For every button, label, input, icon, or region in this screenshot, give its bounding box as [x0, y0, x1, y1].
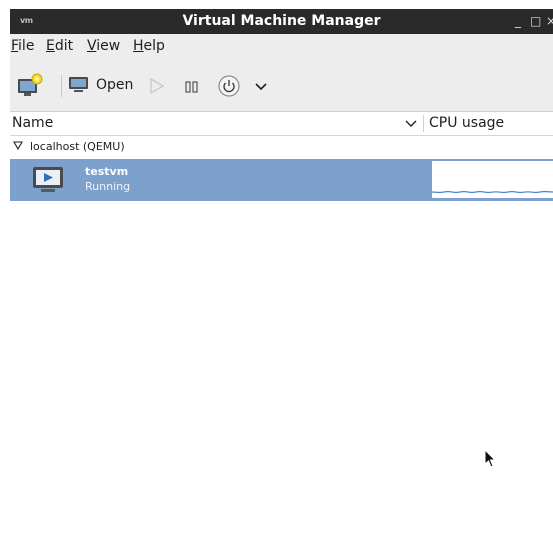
maximize-button[interactable]: □: [530, 14, 541, 28]
column-menu-chevron-icon[interactable]: [405, 115, 417, 133]
column-divider[interactable]: [423, 115, 424, 132]
column-header: Name CPU usage: [10, 112, 553, 136]
main-window: vm Virtual Machine Manager _ □ × File Ed…: [10, 9, 553, 554]
cpu-usage-graph: [431, 161, 553, 198]
shutdown-button[interactable]: [217, 74, 241, 98]
pause-button[interactable]: [184, 79, 200, 95]
menu-file[interactable]: File: [11, 38, 34, 54]
open-label: Open: [96, 77, 134, 93]
run-button[interactable]: [149, 77, 165, 95]
vm-row[interactable]: testvm Running: [10, 159, 553, 201]
window-title: Virtual Machine Manager: [182, 13, 381, 29]
close-button[interactable]: ×: [546, 14, 553, 28]
play-icon: [150, 77, 165, 95]
power-icon: [218, 75, 240, 97]
menu-edit[interactable]: Edit: [46, 38, 73, 54]
menu-bar: File Edit View Help: [10, 34, 553, 59]
new-vm-icon: [18, 73, 43, 96]
open-button[interactable]: Open: [68, 73, 138, 97]
shutdown-menu-button[interactable]: [254, 81, 268, 93]
menu-help[interactable]: Help: [133, 38, 165, 54]
cpu-sparkline: [431, 190, 553, 194]
mouse-cursor-icon: [484, 449, 497, 468]
connection-row[interactable]: localhost (QEMU): [10, 136, 553, 157]
collapse-triangle-icon[interactable]: [13, 141, 23, 151]
toolbar: Open: [10, 59, 553, 112]
chevron-down-icon: [255, 83, 267, 91]
monitor-icon: [69, 77, 88, 92]
vm-name: testvm: [85, 165, 129, 178]
column-name[interactable]: Name: [12, 115, 53, 131]
connection-label: localhost (QEMU): [30, 140, 125, 153]
vm-running-icon: [33, 167, 63, 192]
menu-view[interactable]: View: [87, 38, 120, 54]
minimize-button[interactable]: _: [515, 14, 521, 28]
vm-status: Running: [85, 180, 131, 193]
toolbar-separator: [61, 75, 62, 97]
new-vm-button[interactable]: [15, 71, 43, 99]
column-cpu-usage[interactable]: CPU usage: [429, 115, 504, 131]
title-bar[interactable]: vm Virtual Machine Manager _ □ ×: [10, 9, 553, 34]
pause-icon: [185, 81, 198, 93]
